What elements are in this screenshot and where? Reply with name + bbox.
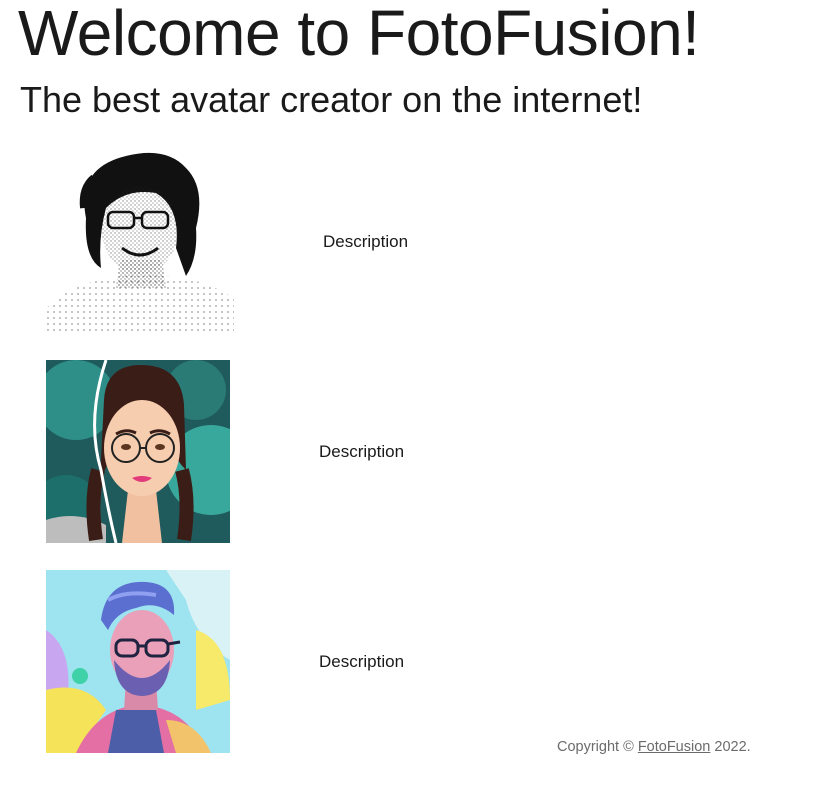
avatar-description-1: Description xyxy=(323,232,409,251)
copyright-prefix: Copyright © xyxy=(557,739,638,755)
page-title: Welcome to FotoFusion! xyxy=(18,0,700,69)
avatar-image-2 xyxy=(46,360,230,543)
copyright-footer: Copyright © FotoFusion 2022. xyxy=(557,739,751,755)
stippled-portrait-icon xyxy=(46,148,234,332)
painted-portrait-icon xyxy=(46,570,230,753)
avatar-description-2: Description xyxy=(319,442,405,461)
fotofusion-link[interactable]: FotoFusion xyxy=(638,739,711,755)
avatar-image-1 xyxy=(46,148,234,332)
avatar-image-3 xyxy=(46,570,230,753)
avatar-description-3: Description xyxy=(319,652,405,671)
page-subtitle: The best avatar creator on the internet! xyxy=(20,79,643,120)
copyright-suffix: 2022. xyxy=(710,739,751,755)
cartoon-portrait-icon xyxy=(46,360,230,543)
